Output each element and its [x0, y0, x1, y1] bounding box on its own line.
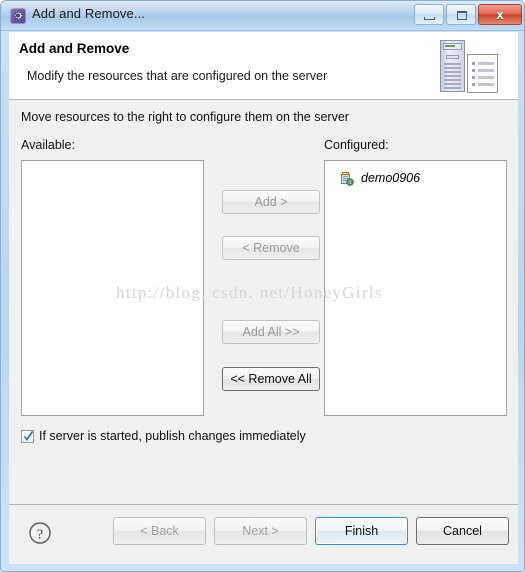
- add-button[interactable]: Add >: [222, 190, 320, 214]
- server-and-document-icon: [434, 38, 506, 96]
- svg-text:i: i: [349, 180, 350, 186]
- maximize-icon: [457, 11, 467, 20]
- remove-all-button[interactable]: << Remove All: [222, 367, 320, 391]
- footer-button-bar: < Back Next > Finish Cancel: [113, 517, 509, 545]
- page-title: Add and Remove: [19, 41, 130, 56]
- remove-button[interactable]: < Remove: [222, 236, 320, 260]
- configured-list-label: Configured:: [324, 138, 389, 152]
- available-list-label: Available:: [21, 138, 75, 152]
- svg-text:?: ?: [37, 528, 43, 543]
- available-list[interactable]: [21, 160, 204, 416]
- minimize-button[interactable]: [414, 4, 444, 25]
- page-subtitle: Modify the resources that are configured…: [27, 69, 328, 83]
- instruction-text: Move resources to the right to configure…: [21, 110, 349, 124]
- configured-list[interactable]: i demo0906: [324, 160, 507, 416]
- next-button[interactable]: Next >: [214, 517, 307, 545]
- close-icon: x: [496, 7, 504, 22]
- web-module-icon: i: [339, 170, 355, 186]
- dialog-banner: Add and Remove Modify the resources that…: [9, 32, 518, 100]
- window-controls: x: [414, 4, 522, 26]
- dialog-content: Move resources to the right to configure…: [9, 100, 518, 504]
- checkbox-label: If server is started, publish changes im…: [39, 429, 306, 443]
- window-title: Add and Remove...: [32, 6, 145, 21]
- gear-icon: [10, 8, 26, 24]
- close-button[interactable]: x: [478, 4, 522, 25]
- checkbox-box[interactable]: [21, 429, 34, 443]
- back-button[interactable]: < Back: [113, 517, 206, 545]
- help-question-icon[interactable]: ?: [27, 520, 53, 546]
- list-item-label: demo0906: [361, 171, 421, 185]
- cancel-button[interactable]: Cancel: [416, 517, 509, 545]
- dialog-window: Add and Remove... x Add and Remove Modif…: [0, 0, 525, 572]
- titlebar: Add and Remove... x: [1, 1, 524, 31]
- checkmark-icon: [23, 430, 34, 441]
- publish-immediately-checkbox[interactable]: If server is started, publish changes im…: [21, 427, 306, 445]
- list-item[interactable]: i demo0906: [339, 169, 420, 187]
- finish-button[interactable]: Finish: [315, 517, 408, 545]
- dialog-footer: ? < Back Next > Finish Cancel: [9, 504, 518, 564]
- minimize-icon: [424, 17, 435, 20]
- maximize-button[interactable]: [446, 4, 476, 25]
- add-all-button[interactable]: Add All >>: [222, 320, 320, 344]
